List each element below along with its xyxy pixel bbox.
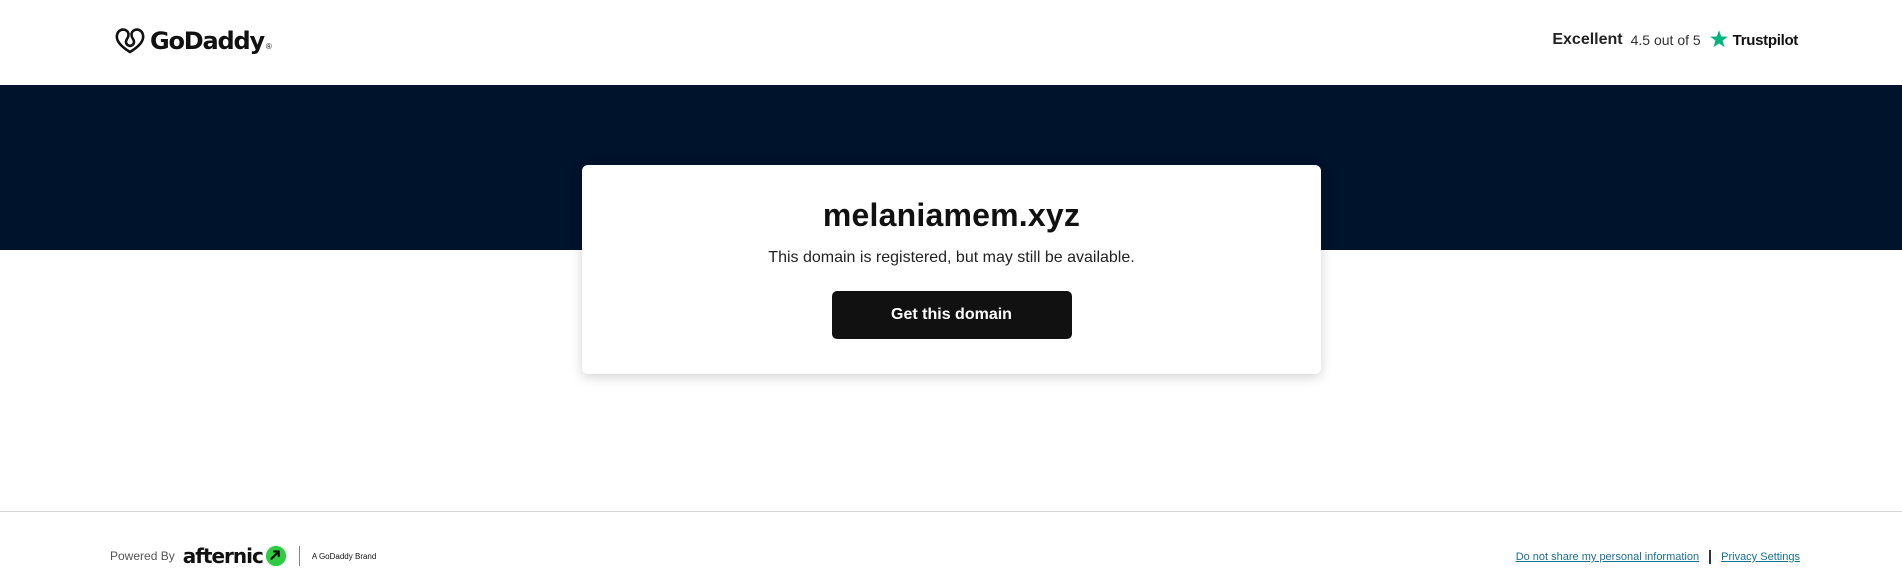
godaddy-logo[interactable]: GoDaddy ®: [114, 26, 272, 56]
privacy-settings-link[interactable]: Privacy Settings: [1721, 551, 1800, 563]
domain-status-text: This domain is registered, but may still…: [768, 249, 1135, 266]
afternic-icon: [265, 545, 286, 567]
get-domain-button[interactable]: Get this domain: [831, 291, 1072, 339]
powered-by: Powered By afternic A GoDaddy Brand: [110, 544, 376, 568]
trustpilot-brand: Trustpilot: [1732, 31, 1799, 49]
afternic-logo[interactable]: afternic: [183, 544, 287, 568]
site-header: GoDaddy ® Excellent 4.5 out of 5 Trustpi…: [0, 0, 1902, 85]
trust-excellent-label: Excellent: [1552, 31, 1623, 48]
powered-by-label: Powered By: [110, 549, 175, 563]
godaddy-logo-icon: [115, 28, 145, 54]
godaddy-brand-note: A GoDaddy Brand: [311, 551, 377, 561]
trustpilot-rating[interactable]: Excellent 4.5 out of 5 Trustpilot: [1552, 29, 1799, 49]
domain-name: melaniamem.xyz: [822, 197, 1081, 233]
footer-links: Do not share my personal information Pri…: [1516, 550, 1800, 564]
afternic-wordmark: afternic: [182, 544, 264, 568]
site-footer: Powered By afternic A GoDaddy Brand Do n…: [0, 511, 1902, 581]
logo-trademark: ®: [265, 41, 272, 51]
star-icon: [1709, 29, 1728, 47]
trust-rating-text: 4.5 out of 5: [1630, 32, 1701, 48]
logo-wordmark: GoDaddy: [150, 27, 265, 55]
do-not-share-link[interactable]: Do not share my personal information: [1516, 551, 1699, 563]
domain-card: melaniamem.xyz This domain is registered…: [582, 165, 1321, 374]
footer-link-separator: [1709, 550, 1712, 564]
footer-brand-divider: [298, 546, 300, 566]
